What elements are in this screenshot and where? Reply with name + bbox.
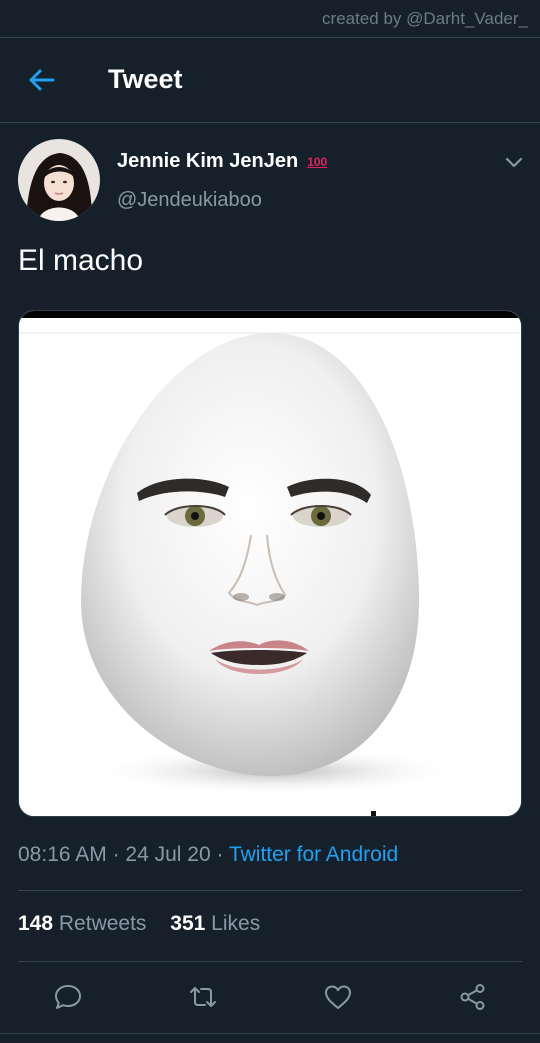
watermark-text: created by @Darht_Vader_ (322, 9, 528, 28)
divider (18, 890, 522, 891)
tweet-date: 24 Jul 20 (125, 843, 211, 866)
share-icon[interactable] (458, 982, 488, 1012)
tweet-media-image[interactable] (18, 310, 522, 817)
divider (18, 961, 522, 962)
page-title: Tweet (108, 64, 183, 94)
hundred-points-icon: 100 (307, 154, 328, 169)
tweet-meta: 08:16 AM · 24 Jul 20 · Twitter for Andro… (18, 843, 398, 867)
like-icon[interactable] (323, 982, 353, 1012)
author-name[interactable]: Jennie Kim JenJen (117, 150, 298, 173)
likes-count: 351 (170, 912, 206, 935)
likes-label: Likes (211, 912, 261, 935)
meta-separator: · (210, 843, 229, 866)
watermark: created by @Darht_Vader_ (0, 0, 540, 38)
retweets-stat[interactable]: 148 Retweets (18, 912, 146, 935)
arrow-left-icon[interactable] (26, 64, 58, 96)
tweet-source-link[interactable]: Twitter for Android (229, 843, 398, 866)
tweet-stats: 148 Retweets 351 Likes (18, 912, 278, 936)
meta-separator: · (106, 843, 126, 866)
retweet-icon[interactable] (188, 982, 218, 1012)
retweets-label: Retweets (58, 912, 147, 935)
retweets-count: 148 (18, 912, 54, 935)
tweet-text: El macho (18, 244, 144, 277)
chevron-down-icon[interactable] (503, 151, 525, 173)
likes-stat[interactable]: 351 Likes (170, 912, 260, 935)
reply-icon[interactable] (53, 982, 83, 1012)
tweet-time: 08:16 AM (18, 843, 107, 866)
app-header: Tweet (0, 38, 540, 123)
bottom-divider (0, 1033, 540, 1034)
author-name-row: Jennie Kim JenJen 100 (117, 150, 327, 173)
avatar[interactable] (18, 139, 100, 221)
author-handle[interactable]: @Jendeukiaboo (117, 189, 262, 212)
